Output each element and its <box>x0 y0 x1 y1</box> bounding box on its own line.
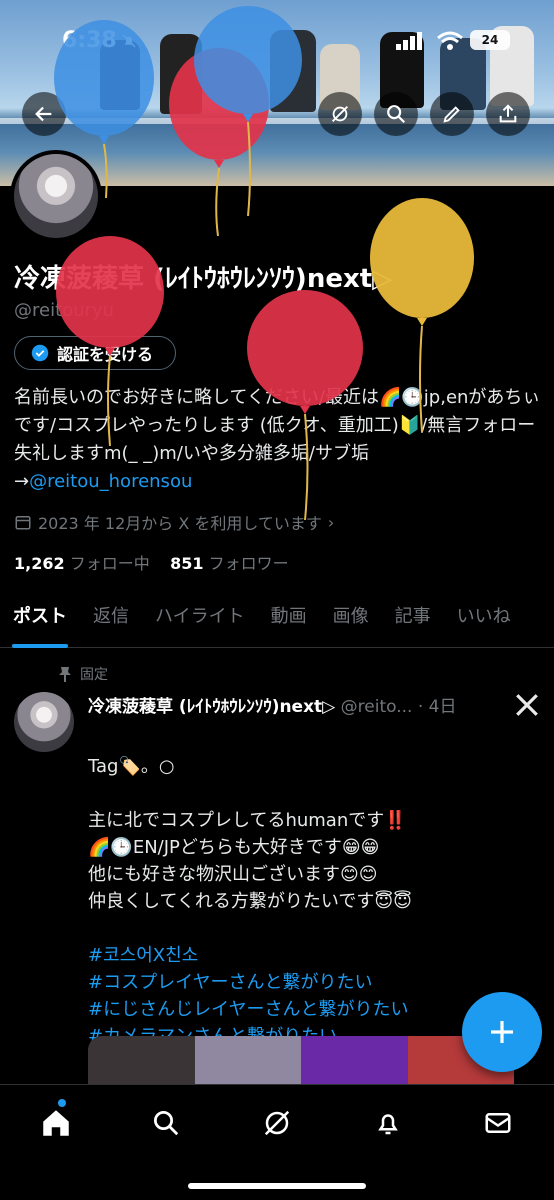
grok-icon <box>332 106 348 122</box>
tweet-text: Tag🏷️。○ 主に北でコスプレしてるhumanです‼️ 🌈🕒EN/JPどちらも… <box>88 756 412 912</box>
following-link[interactable]: 1,262 フォロー中 <box>14 554 150 573</box>
mail-icon <box>485 1113 511 1133</box>
bottom-navigation <box>0 1084 554 1200</box>
compose-post-button[interactable] <box>462 992 542 1072</box>
nav-search[interactable] <box>146 1103 186 1143</box>
share-icon <box>499 104 517 123</box>
edit-icon <box>443 106 460 123</box>
grok-icon <box>264 1110 290 1136</box>
wifi-icon <box>437 31 463 50</box>
nav-messages[interactable] <box>478 1103 518 1143</box>
hashtag[interactable]: #コスプレイヤーさんと繋がりたい <box>88 972 373 993</box>
profile-tabs: ポスト 返信 ハイライト 動画 画像 記事 いいね <box>0 594 554 648</box>
home-notification-dot <box>58 1099 66 1107</box>
nav-home[interactable] <box>36 1103 76 1143</box>
balloon-gold-right <box>370 198 474 432</box>
calendar-icon <box>15 516 31 530</box>
battery-indicator: 24 <box>470 30 510 50</box>
verified-badge-icon <box>31 344 49 362</box>
pin-icon <box>59 667 71 682</box>
plus-icon <box>491 1021 513 1043</box>
home-icon <box>43 1110 69 1136</box>
tweet-media[interactable] <box>88 1036 514 1084</box>
hashtag[interactable]: #코스어X친소 <box>88 945 198 966</box>
tweet-body: Tag🏷️。○ 主に北でコスプレしてるhumanです‼️ 🌈🕒EN/JPどちらも… <box>88 726 538 1050</box>
balloon-blue-left <box>54 20 154 198</box>
balloon-red-center <box>247 290 363 520</box>
tab-images[interactable]: 画像 <box>320 594 382 647</box>
followers-count: 851 <box>170 554 204 573</box>
balloon-blue-right <box>194 6 302 216</box>
tweet-time: · 4日 <box>417 697 457 717</box>
following-label: フォロー中 <box>69 554 150 573</box>
tweet-avatar[interactable] <box>14 692 74 752</box>
followers-label: フォロワー <box>208 554 289 573</box>
followers-link[interactable]: 851 フォロワー <box>170 554 289 573</box>
tweet-author-name[interactable]: 冷凍菠薐草 (ﾚｲﾄｳﾎｳﾚﾝｿｳ)next▷ <box>88 697 335 717</box>
tweet-header: 冷凍菠薐草 (ﾚｲﾄｳﾎｳﾚﾝｿｳ)next▷ @reito... · 4日 <box>88 692 456 717</box>
bell-icon <box>378 1114 398 1135</box>
nav-grok[interactable] <box>257 1103 297 1143</box>
edit-button[interactable] <box>430 92 474 136</box>
follow-stats: 1,262 フォロー中 851 フォロワー <box>14 550 289 574</box>
pinned-label: 固定 <box>80 667 108 683</box>
x-logo-icon <box>516 694 538 716</box>
tab-articles[interactable]: 記事 <box>382 594 444 647</box>
balloon-red-left <box>56 236 164 446</box>
signal-icon <box>396 32 422 50</box>
pinned-indicator: 固定 <box>58 664 108 684</box>
search-icon <box>154 1111 179 1136</box>
grok-button[interactable] <box>318 92 362 136</box>
tab-highlights[interactable]: ハイライト <box>142 594 258 647</box>
search-button[interactable] <box>374 92 418 136</box>
search-icon <box>387 105 406 124</box>
tab-videos[interactable]: 動画 <box>258 594 320 647</box>
bio-link[interactable]: @reitou_horensou <box>29 471 192 492</box>
tab-replies[interactable]: 返信 <box>80 594 142 647</box>
tab-likes[interactable]: いいね <box>444 594 524 647</box>
tweet-author-handle[interactable]: @reito... <box>341 697 413 717</box>
nav-notifications[interactable] <box>368 1103 408 1143</box>
hashtag[interactable]: #にじさんじレイヤーさんと繋がりたい <box>88 999 409 1020</box>
tab-posts[interactable]: ポスト <box>0 594 80 648</box>
following-count: 1,262 <box>14 554 65 573</box>
share-button[interactable] <box>486 92 530 136</box>
home-indicator <box>188 1183 366 1189</box>
